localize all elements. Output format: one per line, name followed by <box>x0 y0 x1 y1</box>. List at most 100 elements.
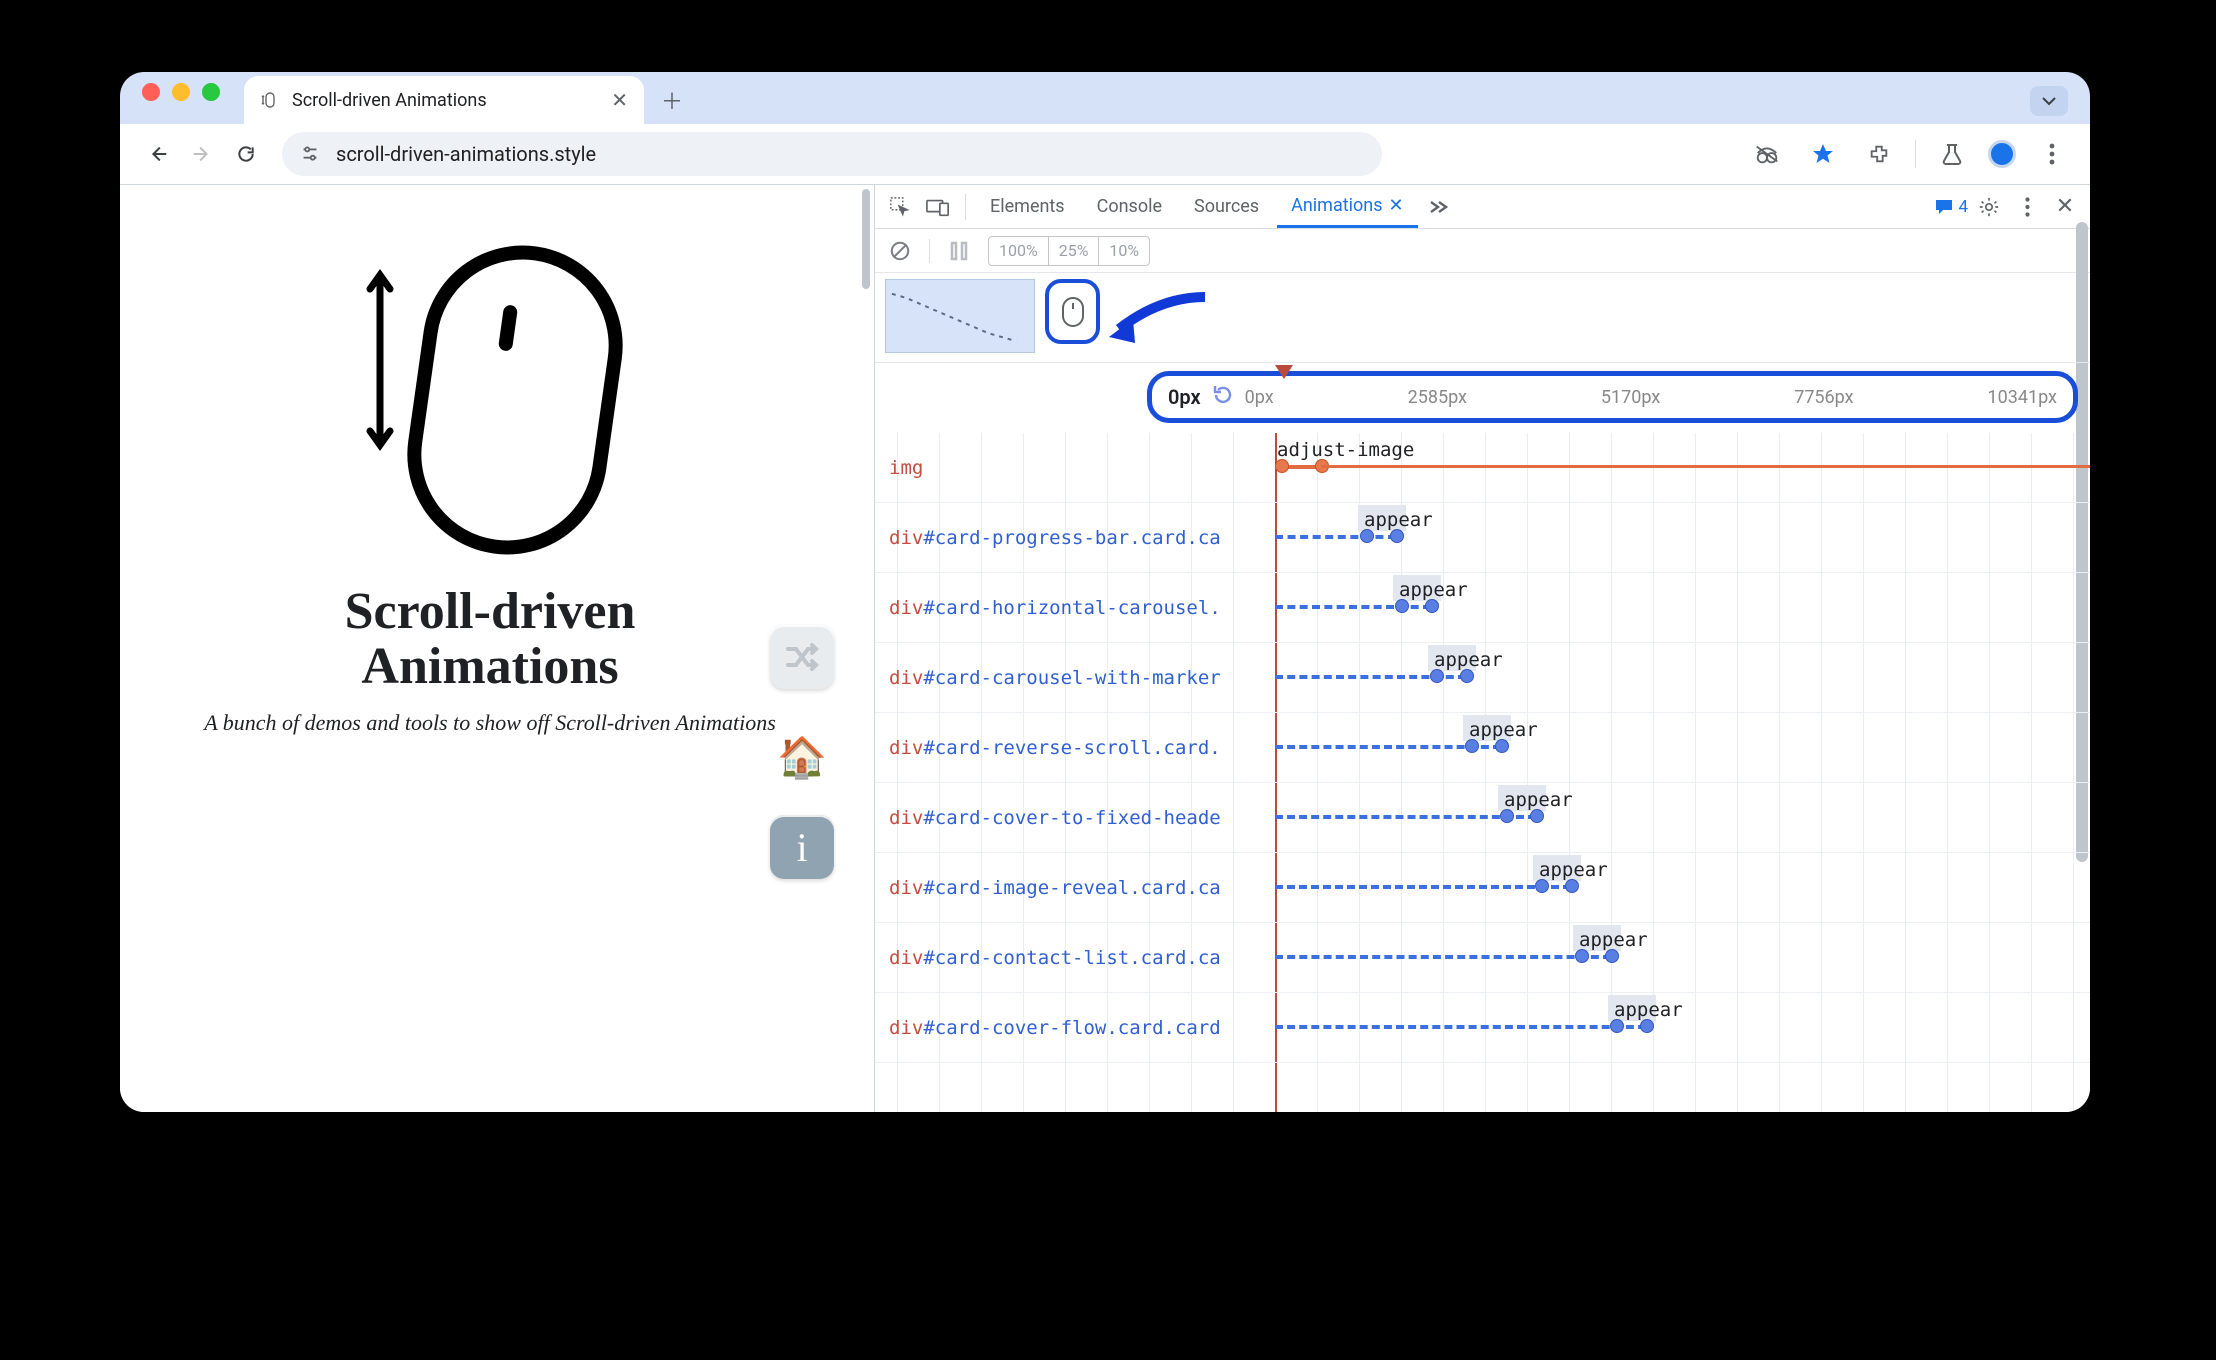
scroll-driven-badge <box>1045 279 1100 344</box>
favicon-icon <box>260 90 280 110</box>
callout-arrow-icon <box>1105 287 1215 347</box>
url-text: scroll-driven-animations.style <box>336 142 596 166</box>
tab-strip: Scroll-driven Animations ✕ ＋ <box>120 72 2090 124</box>
bookmark-star-icon[interactable] <box>1803 134 1843 174</box>
page-subtitle: A bunch of demos and tools to show off S… <box>150 708 830 738</box>
track-lane[interactable]: appear <box>1275 923 2090 992</box>
track-lane[interactable]: appear <box>1275 783 2090 852</box>
forward-button[interactable] <box>182 134 222 174</box>
animation-name: appear <box>1469 719 1538 741</box>
new-tab-button[interactable]: ＋ <box>652 80 692 120</box>
animation-track[interactable]: div#card-reverse-scroll.card. appear <box>875 713 2090 783</box>
animations-toolbar: 100% 25% 10% <box>875 229 2090 273</box>
browser-tab[interactable]: Scroll-driven Animations ✕ <box>244 76 644 124</box>
labs-icon[interactable] <box>1932 134 1972 174</box>
home-button[interactable]: 🏠 <box>770 725 834 789</box>
extensions-icon[interactable] <box>1859 134 1899 174</box>
more-tabs-icon[interactable] <box>1422 190 1456 224</box>
track-selector: div#card-progress-bar.card.ca <box>875 527 1275 549</box>
animation-track[interactable]: div#card-cover-flow.card.cardappear <box>875 993 2090 1063</box>
tab-elements[interactable]: Elements <box>976 185 1079 228</box>
animation-name: appear <box>1579 929 1648 951</box>
track-selector: div#card-contact-list.card.ca <box>875 947 1275 969</box>
page-title: Scroll-drivenAnimations <box>150 585 830 694</box>
ruler-reset-icon[interactable] <box>1211 383 1235 411</box>
close-tab-icon[interactable]: ✕ <box>611 88 628 112</box>
profile-avatar[interactable] <box>1988 140 2016 168</box>
track-lane[interactable]: appear <box>1275 853 2090 922</box>
messages-badge[interactable]: 4 <box>1934 197 1968 217</box>
divider <box>929 239 930 263</box>
ruler-current: 0px <box>1168 385 1201 409</box>
animation-tracks: imgadjust-imagediv#card-progress-bar.car… <box>875 433 2090 1112</box>
track-lane[interactable]: appear <box>1275 713 2090 782</box>
site-settings-icon[interactable] <box>298 142 322 166</box>
back-button[interactable] <box>138 134 178 174</box>
speed-25[interactable]: 25% <box>1048 237 1099 265</box>
devtools-panel: Elements Console Sources Animations ✕ 4 … <box>874 185 2090 1112</box>
window-controls <box>142 72 244 124</box>
track-selector: div#card-horizontal-carousel. <box>875 597 1275 619</box>
animation-buffer <box>875 273 2090 363</box>
reload-button[interactable] <box>226 134 266 174</box>
track-lane[interactable]: adjust-image <box>1275 433 2090 502</box>
browser-toolbar: scroll-driven-animations.style <box>120 124 2090 184</box>
speed-100[interactable]: 100% <box>989 237 1048 265</box>
menu-icon[interactable] <box>2032 134 2072 174</box>
device-toolbar-icon[interactable] <box>921 190 955 224</box>
incognito-icon[interactable] <box>1747 134 1787 174</box>
track-lane[interactable]: appear <box>1275 503 2090 572</box>
track-selector: div#card-cover-to-fixed-heade <box>875 807 1275 829</box>
devtools-tabbar: Elements Console Sources Animations ✕ 4 … <box>875 185 2090 229</box>
settings-icon[interactable] <box>1972 190 2006 224</box>
track-selector: div#card-reverse-scroll.card. <box>875 737 1275 759</box>
animation-name: appear <box>1364 509 1433 531</box>
tab-console[interactable]: Console <box>1083 185 1176 228</box>
animation-name: appear <box>1434 649 1503 671</box>
tab-title: Scroll-driven Animations <box>292 90 599 111</box>
pause-icon[interactable] <box>944 236 974 266</box>
animation-track[interactable]: imgadjust-image <box>875 433 2090 503</box>
hero-mouse-icon <box>325 235 655 555</box>
devtools-resize-handle[interactable] <box>860 185 874 1112</box>
toolbar-divider <box>1915 140 1916 168</box>
animation-track[interactable]: div#card-horizontal-carousel. appear <box>875 573 2090 643</box>
timeline-ruler: 0px 0px 2585px 5170px 7756px 10341px <box>875 363 2090 433</box>
info-button[interactable]: i <box>770 815 834 879</box>
maximize-window-icon[interactable] <box>202 83 220 101</box>
tab-animations[interactable]: Animations ✕ <box>1277 185 1418 228</box>
tabs-dropdown-button[interactable] <box>2030 86 2068 116</box>
track-selector: img <box>875 457 1275 479</box>
animation-name: appear <box>1399 579 1468 601</box>
animation-track[interactable]: div#card-progress-bar.card.ca appear <box>875 503 2090 573</box>
animation-track[interactable]: div#card-carousel-with-marker appear <box>875 643 2090 713</box>
track-lane[interactable]: appear <box>1275 643 2090 712</box>
ruler-ticks: 0px 2585px 5170px 7756px 10341px <box>1245 387 2057 408</box>
address-bar[interactable]: scroll-driven-animations.style <box>282 132 1382 176</box>
track-lane[interactable]: appear <box>1275 573 2090 642</box>
animation-group-thumb[interactable] <box>885 279 1035 353</box>
close-panel-icon[interactable]: ✕ <box>1389 195 1404 216</box>
close-devtools-icon[interactable]: ✕ <box>2048 190 2082 224</box>
kebab-icon[interactable] <box>2010 190 2044 224</box>
track-lane[interactable]: appear <box>1275 993 2090 1062</box>
animation-track[interactable]: div#card-image-reveal.card.ca appear <box>875 853 2090 923</box>
clear-icon[interactable] <box>885 236 915 266</box>
minimize-window-icon[interactable] <box>172 83 190 101</box>
animation-track[interactable]: div#card-cover-to-fixed-heade appear <box>875 783 2090 853</box>
divider <box>965 194 966 220</box>
track-selector: div#card-cover-flow.card.card <box>875 1017 1275 1039</box>
animation-name: appear <box>1504 789 1573 811</box>
track-selector: div#card-carousel-with-marker <box>875 667 1275 689</box>
shuffle-button[interactable] <box>770 625 834 689</box>
animation-name: adjust-image <box>1277 439 1414 461</box>
close-window-icon[interactable] <box>142 83 160 101</box>
inspect-icon[interactable] <box>883 190 917 224</box>
playhead-icon[interactable] <box>1275 365 1293 381</box>
speed-10[interactable]: 10% <box>1098 237 1149 265</box>
animation-name: appear <box>1539 859 1608 881</box>
tab-sources[interactable]: Sources <box>1180 185 1273 228</box>
track-selector: div#card-image-reveal.card.ca <box>875 877 1275 899</box>
animation-track[interactable]: div#card-contact-list.card.ca appear <box>875 923 2090 993</box>
playback-speed[interactable]: 100% 25% 10% <box>988 236 1150 266</box>
